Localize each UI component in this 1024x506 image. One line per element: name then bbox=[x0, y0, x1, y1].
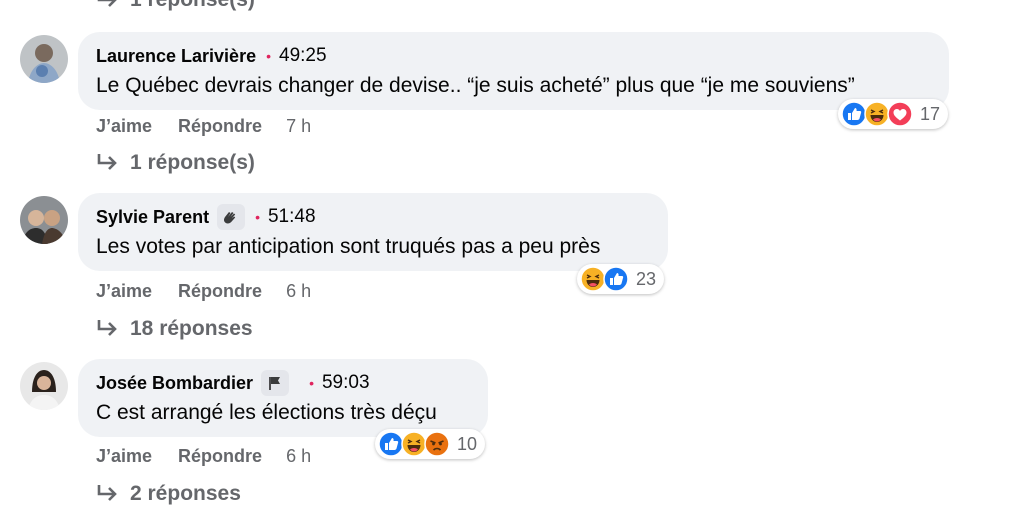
reaction-count: 23 bbox=[636, 268, 657, 289]
reaction-count: 10 bbox=[457, 433, 478, 454]
reply-button[interactable]: Répondre bbox=[178, 116, 262, 137]
view-replies-link[interactable]: 1 réponse(s) bbox=[96, 151, 255, 175]
avatar[interactable] bbox=[20, 35, 68, 83]
comment-age[interactable]: 6 h bbox=[286, 281, 311, 302]
separator-dot: • bbox=[255, 209, 260, 225]
avatar[interactable] bbox=[20, 196, 68, 244]
comment-actions: J’aime Répondre 7 h bbox=[96, 116, 311, 137]
like-button[interactable]: J’aime bbox=[96, 446, 152, 467]
comment-actions: J’aime Répondre 6 h bbox=[96, 446, 311, 467]
comment-author[interactable]: Sylvie Parent bbox=[96, 207, 209, 228]
comment-timestamp[interactable]: 51:48 bbox=[268, 206, 316, 228]
reply-button[interactable]: Répondre bbox=[178, 446, 262, 467]
reply-arrow-icon bbox=[97, 485, 117, 501]
comment-actions: J’aime Répondre 6 h bbox=[96, 281, 311, 302]
comment-bubble: Josée Bombardier • 59:03 C est arrangé l… bbox=[78, 359, 488, 437]
comment-bubble: Laurence Larivière • 49:25 Le Québec dev… bbox=[78, 32, 949, 110]
separator-dot: • bbox=[266, 48, 271, 64]
view-replies-link[interactable]: 1 réponse(s) bbox=[96, 0, 255, 12]
reaction-count: 17 bbox=[920, 103, 941, 124]
replies-count-label: 18 réponses bbox=[130, 317, 253, 340]
comment-author[interactable]: Laurence Larivière bbox=[96, 46, 256, 67]
comment-text: Le Québec devrais changer de devise.. “j… bbox=[96, 74, 855, 97]
flag-icon bbox=[261, 370, 290, 396]
comment-timestamp[interactable]: 49:25 bbox=[279, 45, 327, 67]
view-replies-link[interactable]: 2 réponses bbox=[96, 482, 241, 506]
avatar[interactable] bbox=[20, 362, 68, 410]
like-button[interactable]: J’aime bbox=[96, 281, 152, 302]
reactions-summary[interactable]: 10 bbox=[375, 429, 486, 459]
comment-timestamp[interactable]: 59:03 bbox=[322, 372, 370, 394]
reply-button[interactable]: Répondre bbox=[178, 281, 262, 302]
comment-bubble: Sylvie Parent • 51:48 Les votes par anti… bbox=[78, 193, 668, 271]
view-replies-link[interactable]: 18 réponses bbox=[96, 317, 253, 341]
reply-arrow-icon bbox=[97, 0, 117, 7]
reply-arrow-icon bbox=[97, 320, 117, 336]
comment-text: C est arrangé les élections très déçu bbox=[96, 401, 437, 424]
comment-age[interactable]: 7 h bbox=[286, 116, 311, 137]
replies-count-label: 2 réponses bbox=[130, 482, 241, 505]
angry-reaction-icon bbox=[424, 431, 450, 457]
like-reaction-icon bbox=[603, 266, 629, 292]
reply-arrow-icon bbox=[97, 154, 117, 170]
separator-dot: • bbox=[309, 375, 314, 391]
comment-author[interactable]: Josée Bombardier bbox=[96, 373, 253, 394]
clapping-hands-icon bbox=[217, 204, 246, 230]
comment-text: Les votes par anticipation sont truqués … bbox=[96, 235, 601, 258]
love-reaction-icon bbox=[887, 101, 913, 127]
like-button[interactable]: J’aime bbox=[96, 116, 152, 137]
reactions-summary[interactable]: 17 bbox=[838, 99, 949, 129]
comment-age[interactable]: 6 h bbox=[286, 446, 311, 467]
replies-count-label: 1 réponse(s) bbox=[130, 0, 255, 12]
replies-count-label: 1 réponse(s) bbox=[130, 151, 255, 174]
reactions-summary[interactable]: 23 bbox=[577, 264, 665, 294]
